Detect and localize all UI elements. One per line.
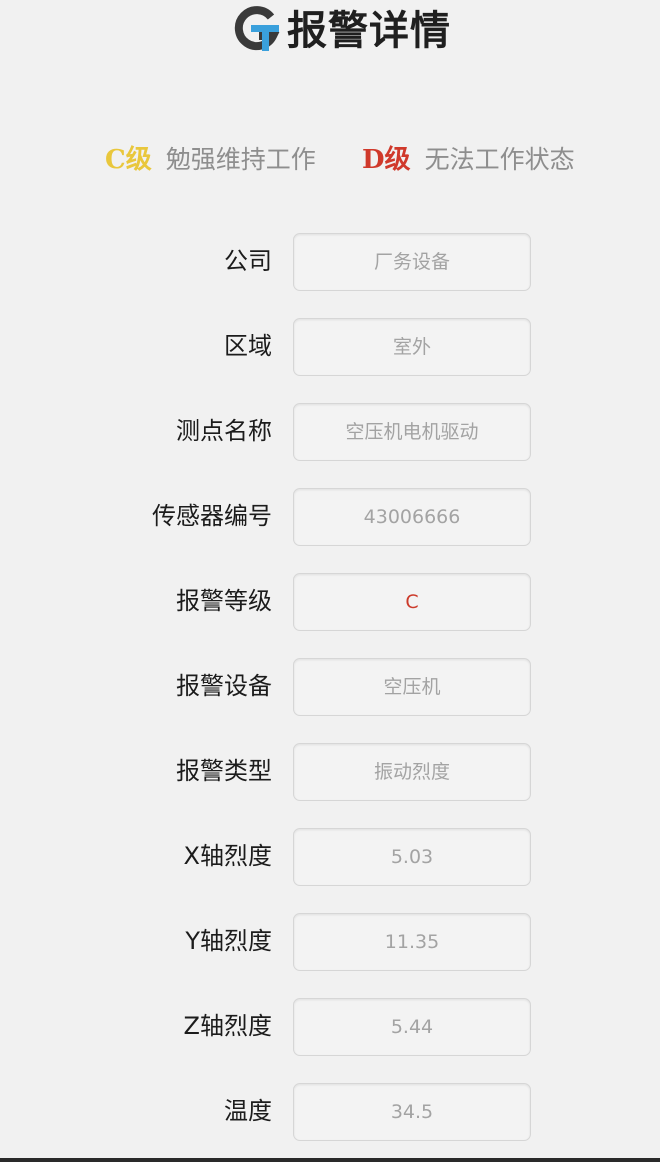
legend-description-c: 勉强维持工作 <box>165 145 316 174</box>
detail-row-company: 公司 厂务设备 <box>0 233 660 291</box>
gt-logo-icon <box>234 6 280 51</box>
measure-point-label: 测点名称 <box>176 417 272 445</box>
z-intensity-label: Z轴烈度 <box>183 1012 272 1040</box>
detail-row-alarm-level: 报警等级 C <box>0 573 660 631</box>
detail-row-area: 区域 室外 <box>0 318 660 376</box>
header: 报警详情 <box>0 0 660 62</box>
company-field[interactable]: 厂务设备 <box>293 233 531 291</box>
temperature-field[interactable]: 34.5 <box>293 1083 531 1141</box>
detail-row-alarm-type: 报警类型 振动烈度 <box>0 743 660 801</box>
alarm-detail-page: 报警详情 C级 勉强维持工作 D级 无法工作状态 公司 厂务设备 区域 室外 测点名… <box>0 0 660 1162</box>
page-title: 报警详情 <box>287 8 451 54</box>
detail-row-x-intensity: X轴烈度 5.03 <box>0 828 660 886</box>
legend-item-d: D级 无法工作状态 <box>362 138 575 182</box>
detail-row-measure-point: 测点名称 空压机电机驱动 <box>0 403 660 461</box>
detail-row-temperature: 温度 34.5 <box>0 1083 660 1141</box>
alarm-device-label: 报警设备 <box>176 672 272 700</box>
grade-legend: C级 勉强维持工作 D级 无法工作状态 <box>0 138 660 182</box>
detail-row-sensor-id: 传感器编号 43006666 <box>0 488 660 546</box>
sensor-id-field[interactable]: 43006666 <box>293 488 531 546</box>
y-intensity-label: Y轴烈度 <box>185 927 272 955</box>
y-intensity-field[interactable]: 11.35 <box>293 913 531 971</box>
alarm-level-label: 报警等级 <box>176 587 272 615</box>
legend-grade-d: D级 <box>362 145 411 175</box>
alarm-type-field[interactable]: 振动烈度 <box>293 743 531 801</box>
x-intensity-field[interactable]: 5.03 <box>293 828 531 886</box>
alarm-level-field[interactable]: C <box>293 573 531 631</box>
detail-row-z-intensity: Z轴烈度 5.44 <box>0 998 660 1056</box>
x-intensity-label: X轴烈度 <box>183 842 272 870</box>
temperature-label: 温度 <box>224 1097 272 1125</box>
legend-item-c: C级 勉强维持工作 <box>105 138 316 182</box>
bottom-divider <box>0 1158 660 1162</box>
z-intensity-field[interactable]: 5.44 <box>293 998 531 1056</box>
company-label: 公司 <box>224 247 272 275</box>
alarm-device-field[interactable]: 空压机 <box>293 658 531 716</box>
legend-grade-c: C级 <box>105 145 152 175</box>
alarm-type-label: 报警类型 <box>176 757 272 785</box>
area-field[interactable]: 室外 <box>293 318 531 376</box>
detail-row-alarm-device: 报警设备 空压机 <box>0 658 660 716</box>
measure-point-field[interactable]: 空压机电机驱动 <box>293 403 531 461</box>
sensor-id-label: 传感器编号 <box>152 502 272 530</box>
area-label: 区域 <box>224 332 272 360</box>
detail-row-y-intensity: Y轴烈度 11.35 <box>0 913 660 971</box>
legend-description-d: 无法工作状态 <box>424 145 575 174</box>
